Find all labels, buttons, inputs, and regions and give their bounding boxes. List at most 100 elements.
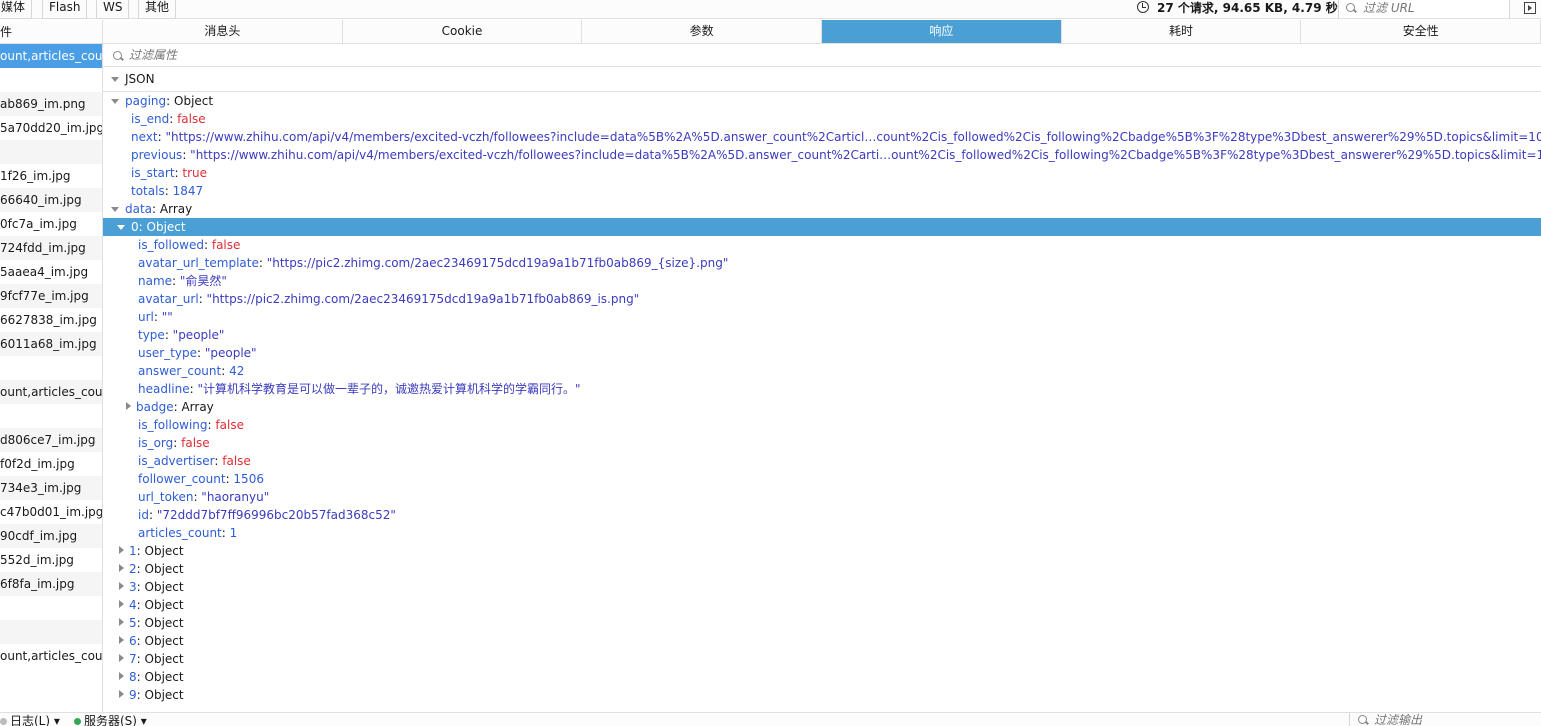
expand-toggle-icon[interactable] [111, 77, 119, 82]
request-row[interactable]: c47b0d01_im.jpg [0, 500, 102, 524]
request-row[interactable]: 90cdf_im.jpg [0, 524, 102, 548]
request-row[interactable]: ount,articles_count [0, 44, 102, 68]
request-row[interactable]: 9fcf77e_im.jpg [0, 284, 102, 308]
json-tree-row[interactable]: 1: Object [103, 542, 1541, 560]
request-row[interactable]: 0fc7a_im.jpg [0, 212, 102, 236]
json-tree-row[interactable]: avatar_url_template: "https://pic2.zhimg… [103, 254, 1541, 272]
filter-tab-other[interactable]: 其他 [138, 0, 177, 19]
json-tree-row[interactable]: paging: Object [103, 92, 1541, 110]
tab-response[interactable]: 响应 [822, 20, 1062, 43]
filter-tab-ws[interactable]: WS [96, 0, 130, 19]
request-row[interactable]: 66640_im.jpg [0, 188, 102, 212]
log-menu[interactable]: 日志(L) ▾ [0, 714, 60, 726]
json-section-header[interactable]: JSON [103, 68, 1541, 92]
json-tree-row[interactable]: 0: Object [103, 218, 1541, 236]
request-row[interactable]: 6f8fa_im.jpg [0, 572, 102, 596]
expand-arrow-icon[interactable] [119, 600, 124, 608]
request-row[interactable] [0, 68, 102, 92]
request-row[interactable]: f0f2d_im.jpg [0, 452, 102, 476]
request-row[interactable] [0, 140, 102, 164]
json-value: false [222, 454, 251, 468]
json-tree-row[interactable]: is_advertiser: false [103, 452, 1541, 470]
json-tree-row[interactable]: avatar_url: "https://pic2.zhimg.com/2aec… [103, 290, 1541, 308]
json-tree-row[interactable]: id: "72ddd7bf7ff96996bc20b57fad368c52" [103, 506, 1541, 524]
filter-tab-flash[interactable]: Flash [42, 0, 88, 19]
json-tree-row[interactable]: 5: Object [103, 614, 1541, 632]
json-tree-row[interactable]: is_org: false [103, 434, 1541, 452]
request-row[interactable]: 6627838_im.jpg [0, 308, 102, 332]
tab-params[interactable]: 参数 [582, 20, 823, 43]
json-tree-row[interactable]: 6: Object [103, 632, 1541, 650]
json-tree-row[interactable]: badge: Array [103, 398, 1541, 416]
output-filter-box[interactable] [1349, 713, 1539, 726]
expand-arrow-icon[interactable] [119, 672, 124, 680]
json-tree-row[interactable]: follower_count: 1506 [103, 470, 1541, 488]
toggle-sidebar-icon[interactable] [1524, 2, 1536, 14]
json-tree-row[interactable]: 3: Object [103, 578, 1541, 596]
json-value: Array [181, 400, 214, 414]
request-list-header[interactable]: 件 [0, 20, 102, 44]
json-tree-row[interactable]: 7: Object [103, 650, 1541, 668]
request-row[interactable]: ount,articles_count [0, 644, 102, 668]
property-filter-box[interactable] [103, 45, 1541, 67]
request-row[interactable]: 552d_im.jpg [0, 548, 102, 572]
json-tree-row[interactable]: answer_count: 42 [103, 362, 1541, 380]
request-row[interactable] [0, 404, 102, 428]
expand-arrow-icon[interactable] [126, 402, 131, 410]
request-row[interactable]: 724fdd_im.jpg [0, 236, 102, 260]
request-row[interactable]: d806ce7_im.jpg [0, 428, 102, 452]
expand-arrow-icon[interactable] [119, 618, 124, 626]
expand-arrow-icon[interactable] [119, 582, 124, 590]
property-filter-input[interactable] [129, 48, 429, 62]
expand-arrow-icon[interactable] [119, 546, 124, 554]
json-tree-row[interactable]: data: Array [103, 200, 1541, 218]
json-tree-row[interactable]: previous: "https://www.zhihu.com/api/v4/… [103, 146, 1541, 164]
json-tree-row[interactable]: totals: 1847 [103, 182, 1541, 200]
json-tree-row[interactable]: is_following: false [103, 416, 1541, 434]
request-row[interactable]: 734e3_im.jpg [0, 476, 102, 500]
url-filter-box[interactable] [1338, 0, 1510, 18]
request-row[interactable] [0, 356, 102, 380]
json-tree-row[interactable]: 2: Object [103, 560, 1541, 578]
url-filter-input[interactable] [1363, 1, 1503, 15]
json-tree-row[interactable]: next: "https://www.zhihu.com/api/v4/memb… [103, 128, 1541, 146]
server-menu[interactable]: 服务器(S) ▾ [74, 714, 147, 726]
json-tree-row[interactable]: 9: Object [103, 686, 1541, 704]
json-tree-row[interactable]: url_token: "haoranyu" [103, 488, 1541, 506]
expand-arrow-icon[interactable] [119, 690, 124, 698]
json-tree-row[interactable]: is_start: true [103, 164, 1541, 182]
tab-headers[interactable]: 消息头 [103, 20, 343, 43]
request-row[interactable]: 1f26_im.jpg [0, 164, 102, 188]
json-tree-row[interactable]: is_end: false [103, 110, 1541, 128]
json-tree-row[interactable]: headline: "计算机科学教育是可以做一辈子的，诚邀热爱计算机科学的学霸同… [103, 380, 1541, 398]
json-tree-row[interactable]: 8: Object [103, 668, 1541, 686]
json-tree-row[interactable]: 4: Object [103, 596, 1541, 614]
json-value: 1847 [172, 184, 204, 198]
json-key: totals [131, 184, 165, 198]
json-tree-row[interactable]: name: "俞昊然" [103, 272, 1541, 290]
tab-security[interactable]: 安全性 [1301, 20, 1541, 43]
expand-arrow-icon[interactable] [119, 564, 124, 572]
request-row[interactable]: 5a70dd20_im.jpg [0, 116, 102, 140]
tab-cookies[interactable]: Cookie [343, 20, 583, 43]
json-tree-row[interactable]: articles_count: 1 [103, 524, 1541, 542]
collapse-arrow-icon[interactable] [111, 99, 119, 104]
expand-arrow-icon[interactable] [119, 636, 124, 644]
request-row[interactable] [0, 620, 102, 644]
json-tree-row[interactable]: is_followed: false [103, 236, 1541, 254]
request-row[interactable]: ount,articles_count [0, 380, 102, 404]
json-tree-row[interactable]: user_type: "people" [103, 344, 1541, 362]
request-row[interactable] [0, 596, 102, 620]
request-row[interactable]: ab869_im.png [0, 92, 102, 116]
json-tree-row[interactable]: type: "people" [103, 326, 1541, 344]
request-row[interactable]: 5aaea4_im.jpg [0, 260, 102, 284]
expand-arrow-icon[interactable] [119, 654, 124, 662]
json-tree-row[interactable]: url: "" [103, 308, 1541, 326]
request-row[interactable]: 6011a68_im.jpg [0, 332, 102, 356]
tab-timings[interactable]: 耗时 [1062, 20, 1302, 43]
output-filter-input[interactable] [1374, 713, 1524, 726]
collapse-arrow-icon[interactable] [111, 207, 119, 212]
json-key: 5 [129, 616, 137, 630]
collapse-arrow-icon[interactable] [117, 225, 125, 230]
filter-tab-media[interactable]: 媒体 [0, 0, 33, 19]
